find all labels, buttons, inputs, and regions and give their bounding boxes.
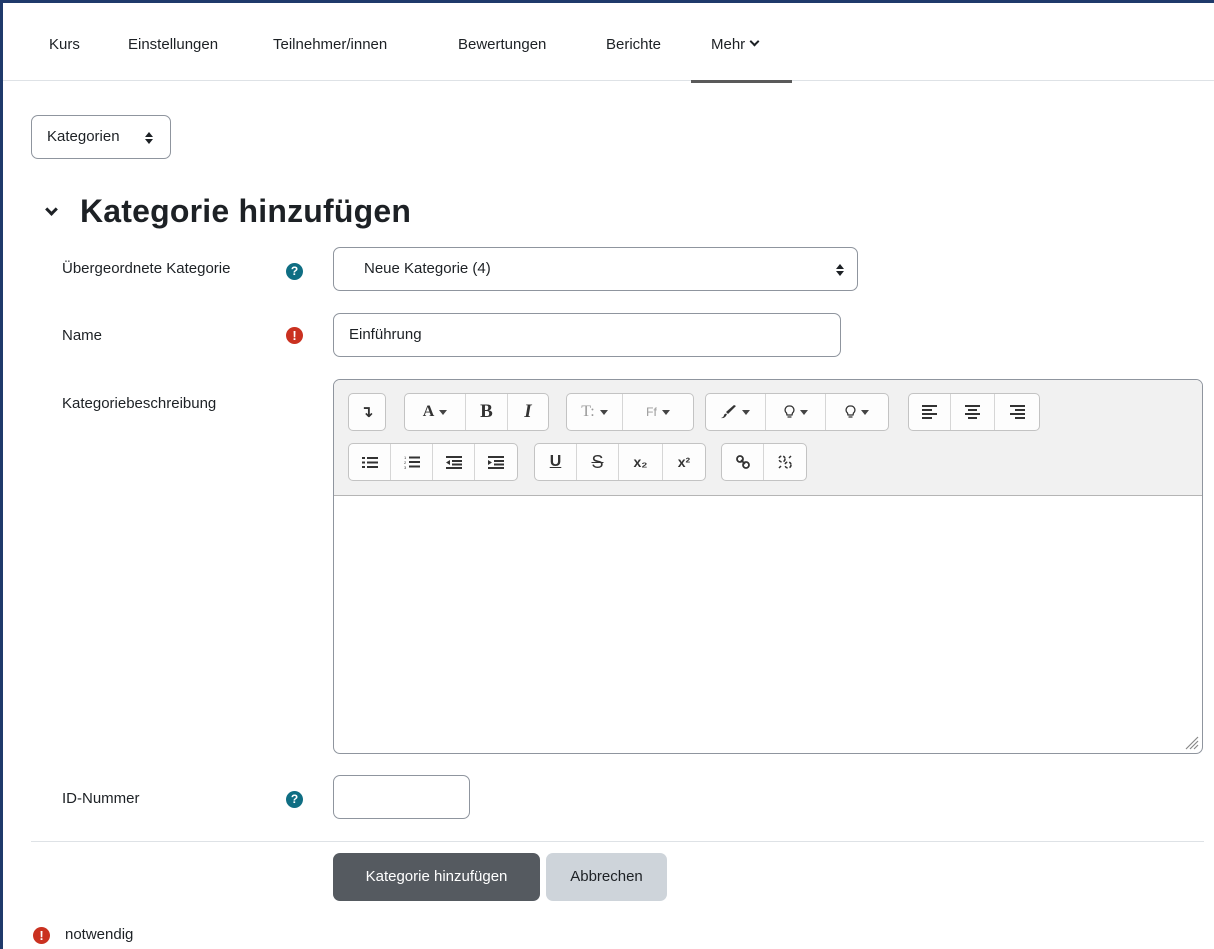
resize-handle-icon[interactable]	[1181, 732, 1199, 750]
lightbulb-icon	[784, 405, 794, 418]
idnumber-label: ID-Nummer	[62, 790, 140, 807]
select-updown-icon	[145, 132, 153, 144]
nav-tab-label: Mehr	[711, 36, 746, 53]
lightbulb-icon	[845, 405, 856, 418]
unlink-button[interactable]	[764, 444, 806, 480]
parent-category-label: Übergeordnete Kategorie	[62, 260, 231, 277]
name-label: Name	[62, 327, 103, 344]
parent-category-value: Neue Kategorie (4)	[364, 260, 491, 277]
bold-icon: B	[480, 401, 493, 422]
font-family-button[interactable]: Ff	[623, 394, 693, 430]
nav-tab-label: Kurs	[49, 36, 80, 53]
name-input[interactable]: Einführung	[333, 313, 841, 357]
toolbar-group-link	[721, 443, 807, 481]
category-select-label: Kategorien	[47, 128, 120, 145]
toolbar-group-text: A B I	[404, 393, 549, 431]
caret-down-icon	[439, 409, 448, 415]
toolbar-group-lists: 123	[348, 443, 518, 481]
align-center-button[interactable]	[951, 394, 995, 430]
superscript-button[interactable]: x²	[663, 444, 705, 480]
toolbar-group-color	[705, 393, 889, 431]
font-family-icon: Ff	[646, 405, 657, 419]
nav-tab-kurs[interactable]: Kurs	[49, 3, 80, 81]
caret-down-icon	[742, 409, 750, 415]
unordered-list-button[interactable]	[349, 444, 391, 480]
subscript-icon: x₂	[633, 454, 648, 470]
nav-tab-bewertungen[interactable]: Bewertungen	[458, 3, 546, 81]
toolbar-toggle-icon[interactable]: ↴	[349, 394, 385, 430]
toolbar-group-font: T: Ff	[566, 393, 694, 431]
editor-toolbar: ↴ A B I T: Ff 1 2 3 U S x₂ x²	[334, 380, 1202, 496]
indent-icon	[488, 455, 504, 469]
font-color-button[interactable]	[706, 394, 766, 430]
category-navigation-select[interactable]: Kategorien	[31, 115, 171, 159]
toolbar-group-format: U S x₂ x²	[534, 443, 706, 481]
italic-button[interactable]: I	[508, 394, 548, 430]
nav-tab-label: Teilnehmer/innen	[273, 36, 388, 53]
course-nav: Kurs Einstellungen Teilnehmer/innen Bewe…	[3, 3, 1214, 83]
highlight-button[interactable]	[826, 394, 888, 430]
description-editor[interactable]: ↴ A B I T: Ff 1 2 3 U S x₂ x²	[333, 379, 1203, 754]
unlink-icon	[778, 455, 792, 469]
caret-down-icon	[599, 409, 608, 415]
required-note: notwendig	[65, 926, 134, 943]
numbered-list-icon: 123	[404, 455, 420, 469]
description-label: Kategoriebeschreibung	[62, 395, 217, 412]
align-right-button[interactable]	[995, 394, 1039, 430]
font-size-icon: T:	[581, 403, 595, 420]
align-right-icon	[1009, 403, 1025, 421]
required-icon: !	[33, 927, 50, 944]
name-input-value: Einführung	[349, 326, 422, 343]
strikethrough-icon: S	[591, 451, 604, 472]
toolbar-group-collapse: ↴	[348, 393, 386, 431]
help-icon[interactable]: ?	[286, 263, 303, 280]
superscript-icon: x²	[677, 454, 691, 470]
bullet-list-icon	[361, 456, 378, 468]
select-updown-icon	[836, 264, 844, 276]
align-center-icon	[965, 403, 980, 421]
chevron-down-icon	[749, 36, 760, 47]
indent-button[interactable]	[475, 444, 517, 480]
link-button[interactable]	[722, 444, 764, 480]
bold-button[interactable]: B	[466, 394, 508, 430]
caret-down-icon	[861, 409, 869, 415]
add-category-button[interactable]: Kategorie hinzufügen	[333, 853, 540, 901]
align-left-button[interactable]	[909, 394, 951, 430]
nav-tab-mehr[interactable]: Mehr	[691, 3, 792, 83]
svg-text:3: 3	[404, 465, 407, 469]
nav-tab-label: Einstellungen	[128, 36, 219, 53]
section-title: Kategorie hinzufügen	[80, 193, 412, 229]
help-icon[interactable]: ?	[286, 791, 303, 808]
outdent-icon	[445, 455, 462, 469]
toolbar-group-align	[908, 393, 1040, 431]
nav-tab-einstellungen[interactable]: Einstellungen	[128, 3, 218, 81]
subscript-button[interactable]: x₂	[619, 444, 663, 480]
required-icon: !	[286, 327, 303, 344]
paragraph-style-button[interactable]: A	[405, 394, 466, 430]
editor-content-area[interactable]	[334, 497, 1202, 753]
caret-down-icon	[661, 409, 670, 415]
nav-tab-label: Berichte	[606, 36, 662, 53]
paragraph-style-icon: A	[422, 403, 435, 420]
form-divider	[31, 841, 1204, 842]
align-left-icon	[922, 403, 937, 421]
italic-icon: I	[524, 401, 532, 422]
underline-button[interactable]: U	[535, 444, 577, 480]
cancel-button[interactable]: Abbrechen	[546, 853, 667, 901]
ordered-list-button[interactable]: 123	[391, 444, 433, 480]
nav-tab-label: Bewertungen	[458, 36, 547, 53]
link-icon	[735, 455, 750, 469]
underline-icon: U	[549, 453, 562, 470]
nav-tab-teilnehmer[interactable]: Teilnehmer/innen	[273, 3, 387, 81]
idnumber-input[interactable]	[333, 775, 470, 819]
font-size-button[interactable]: T:	[567, 394, 623, 430]
nav-tab-berichte[interactable]: Berichte	[606, 3, 661, 81]
strikethrough-button[interactable]: S	[577, 444, 619, 480]
caret-down-icon	[799, 409, 808, 415]
outdent-button[interactable]	[433, 444, 475, 480]
parent-category-select[interactable]: Neue Kategorie (4)	[333, 247, 858, 291]
paintbrush-icon	[721, 405, 736, 419]
background-color-button[interactable]	[766, 394, 826, 430]
